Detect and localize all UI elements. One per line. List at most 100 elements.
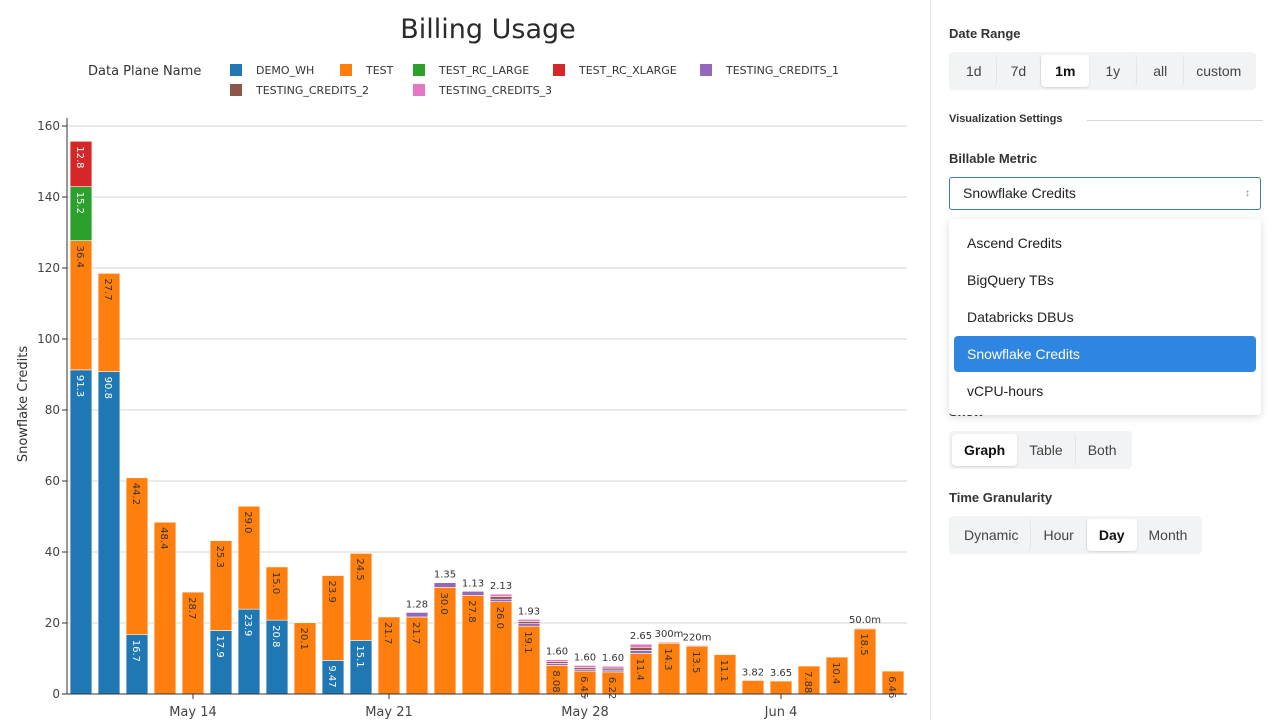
legend-label: TESTING_CREDITS_3 [438, 84, 552, 97]
bar-value-label: 21.7 [382, 622, 393, 644]
bar-segment [517, 623, 541, 627]
bar-segment [601, 665, 625, 669]
granularity-option-month[interactable]: Month [1137, 519, 1200, 551]
bar-value-label: 17.9 [214, 635, 225, 657]
metric-option-databricks-dbus[interactable]: Databricks DBUs [954, 299, 1256, 335]
bar-segment [573, 665, 597, 668]
billable-metric-value: Snowflake Credits [963, 185, 1076, 201]
bar-total-label: 1.60 [602, 653, 624, 664]
bar-segment [489, 593, 513, 597]
date-range-option-1d[interactable]: 1d [952, 55, 997, 87]
bar-value-label: 15.1 [354, 645, 365, 667]
bar-segment [629, 650, 653, 654]
bar-value-label: 9.47 [326, 665, 337, 687]
show-option-both[interactable]: Both [1076, 434, 1129, 466]
legend-swatch [340, 64, 352, 76]
bar-segment [517, 621, 541, 624]
billable-metric-select[interactable]: Snowflake Credits ↕ [949, 177, 1261, 210]
bar-segment [853, 627, 877, 630]
bar-segment [741, 680, 765, 695]
bar-value-label: 30.0 [438, 593, 449, 615]
bar-total-label: 2.13 [490, 581, 512, 592]
bar-value-label: 91.3 [74, 375, 85, 397]
y-tick-label: 80 [45, 403, 60, 417]
y-tick-label: 120 [37, 261, 60, 275]
bar-value-label: 27.7 [102, 278, 113, 300]
bar-segment [433, 582, 457, 588]
bar-segment [69, 369, 93, 695]
bar-segment [517, 619, 541, 622]
bar-segment [769, 680, 793, 695]
bar-segment [97, 371, 121, 695]
y-tick-label: 160 [37, 119, 60, 133]
bar-total-label: 220m [683, 632, 712, 643]
legend-swatch [230, 84, 242, 96]
bar-value-label: 6.46 [886, 676, 897, 698]
chart-svg: Billing Usage Data Plane Name DEMO_WH TES… [16, 14, 907, 720]
billing-usage-chart: Billing Usage Data Plane Name DEMO_WH TES… [0, 0, 930, 720]
bar-value-label: 44.2 [130, 483, 141, 505]
legend-title: Data Plane Name [88, 64, 201, 79]
metric-option-vcpu-hours[interactable]: vCPU-hours [954, 373, 1256, 409]
billable-metric-dropdown: Ascend Credits BigQuery TBs Databricks DBU… [949, 219, 1261, 415]
y-tick-label: 40 [45, 545, 60, 559]
granularity-option-dynamic[interactable]: Dynamic [952, 519, 1032, 551]
bar-total-label: 300m [655, 629, 684, 640]
bar-total-label: 3.65 [770, 668, 792, 679]
date-range-selector: 1d 7d 1m 1y all custom [949, 52, 1257, 90]
bar-value-label: 20.8 [270, 625, 281, 647]
y-tick-label: 60 [45, 474, 60, 488]
legend-label: DEMO_WH [256, 64, 314, 77]
bar-total-label: 3.82 [742, 667, 764, 678]
legend: DEMO_WH TEST TEST_RC_LARGE TEST_RC_XLARGE TE… [230, 64, 839, 97]
date-range-option-1y[interactable]: 1y [1089, 55, 1138, 87]
y-tick-label: 100 [37, 332, 60, 346]
date-range-option-7d[interactable]: 7d [997, 55, 1042, 87]
bar-value-label: 13.5 [690, 651, 701, 673]
legend-label: TESTING_CREDITS_1 [725, 64, 839, 77]
bar-value-label: 27.8 [466, 600, 477, 622]
bar-value-label: 15.0 [270, 572, 281, 594]
bar-segment [461, 590, 485, 596]
visualization-settings-heading: Visualization Settings [949, 113, 1063, 125]
bar-value-label: 16.7 [130, 640, 141, 662]
bar-value-label: 36.4 [74, 246, 85, 268]
y-tick-label: 140 [37, 190, 60, 204]
granularity-option-hour[interactable]: Hour [1031, 519, 1087, 551]
bar-value-label: 6.45 [578, 676, 589, 698]
legend-swatch [413, 84, 425, 96]
bar-value-label: 10.4 [830, 662, 841, 684]
legend-label: TEST [365, 64, 394, 77]
legend-label: TEST_RC_XLARGE [578, 64, 677, 77]
x-axis-ticks: May 14 May 21 May 28 Jun 4 [169, 694, 797, 720]
x-tick-label: May 14 [169, 705, 217, 720]
y-axis-title: Snowflake Credits [16, 346, 31, 463]
bar-segment [629, 643, 653, 648]
bar-value-label: 11.1 [718, 660, 729, 682]
granularity-option-day[interactable]: Day [1086, 519, 1137, 551]
metric-option-bigquery-tbs[interactable]: BigQuery TBs [954, 262, 1256, 298]
bar-value-label: 8.08 [550, 670, 561, 692]
x-tick-label: May 21 [365, 705, 413, 720]
show-option-graph[interactable]: Graph [952, 434, 1018, 466]
chevron-up-down-icon: ↕ [1245, 188, 1250, 199]
metric-option-ascend-credits[interactable]: Ascend Credits [954, 225, 1256, 261]
bar-total-label: 2.65 [630, 631, 652, 642]
date-range-option-1m[interactable]: 1m [1041, 55, 1090, 87]
settings-panel: Date Range 1d 7d 1m 1y all custom Visualizati… [930, 0, 1280, 720]
y-tick-label: 20 [45, 616, 60, 630]
show-option-table[interactable]: Table [1017, 434, 1076, 466]
show-selector: Graph Table Both [949, 431, 1132, 469]
bar-total-label: 1.93 [518, 606, 540, 617]
bar-value-label: 28.7 [186, 597, 197, 619]
date-range-option-custom[interactable]: custom [1184, 55, 1253, 87]
metric-option-snowflake-credits[interactable]: Snowflake Credits [954, 336, 1256, 372]
bar-total-label: 1.13 [462, 578, 484, 589]
bar-segment [405, 612, 429, 618]
date-range-option-all[interactable]: all [1137, 55, 1185, 87]
time-granularity-label: Time Granularity [949, 490, 1053, 505]
bar-value-label: 14.3 [662, 648, 673, 670]
bar-value-label: 25.3 [214, 546, 225, 568]
legend-swatch [700, 64, 712, 76]
bar-segment [489, 598, 513, 603]
